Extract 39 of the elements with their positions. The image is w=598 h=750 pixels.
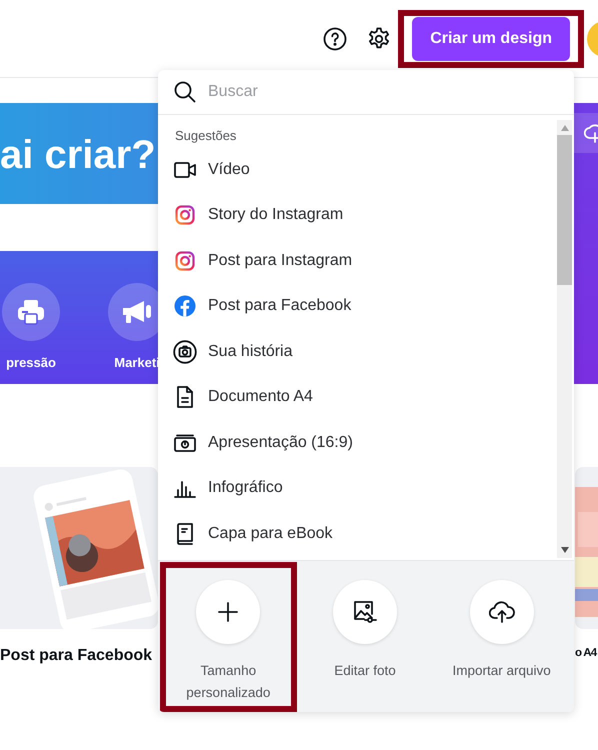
scroll-down-icon[interactable] bbox=[560, 547, 568, 553]
section-heading: Sugestões bbox=[175, 126, 236, 145]
video-camera-icon bbox=[174, 162, 196, 178]
megaphone-icon bbox=[121, 299, 153, 325]
scrollbar[interactable] bbox=[557, 120, 572, 558]
template-title[interactable]: o A4 bbox=[573, 645, 598, 662]
menu-item[interactable]: Capa para eBook bbox=[158, 511, 554, 556]
presentation-icon bbox=[174, 434, 196, 452]
menu-item[interactable]: Post para Instagram bbox=[158, 238, 554, 284]
search-icon bbox=[174, 81, 196, 103]
instagram-icon bbox=[175, 205, 195, 226]
instagram-icon bbox=[175, 250, 195, 271]
menu-item[interactable]: Apresentação (16:9) bbox=[158, 420, 554, 466]
category-label[interactable]: Marketi bbox=[114, 353, 160, 372]
facebook-icon bbox=[174, 295, 196, 318]
action-button[interactable]: Tamanho personalizado bbox=[160, 562, 297, 712]
create-design-button[interactable]: Criar um design bbox=[412, 16, 570, 60]
menu-item[interactable]: Documento A4 bbox=[158, 374, 554, 420]
camera-circle-icon bbox=[173, 340, 197, 364]
document-icon bbox=[177, 386, 193, 408]
cloud-upload-icon bbox=[488, 601, 515, 623]
menu-item[interactable]: Story do Instagram bbox=[158, 192, 554, 238]
settings-icon[interactable] bbox=[367, 26, 392, 50]
book-icon bbox=[177, 522, 193, 545]
category-label[interactable]: pressão bbox=[6, 353, 56, 372]
help-icon[interactable] bbox=[323, 26, 348, 50]
menu-item[interactable]: Post para Facebook bbox=[158, 284, 554, 329]
bar-chart-icon bbox=[174, 478, 196, 498]
menu-item[interactable]: Vídeo bbox=[158, 147, 554, 192]
image-edit-icon bbox=[352, 600, 377, 624]
action-button[interactable]: Importar arquivo bbox=[433, 562, 570, 712]
menu-item[interactable]: Sua história bbox=[158, 329, 554, 374]
printer-icon bbox=[17, 299, 45, 325]
action-button[interactable]: Editar foto bbox=[296, 562, 434, 712]
menu-item[interactable]: Infográfico bbox=[158, 466, 554, 511]
hero-title: ai criar? bbox=[0, 132, 156, 178]
search-field[interactable]: Buscar bbox=[208, 80, 558, 104]
cloud-upload-icon[interactable] bbox=[584, 123, 598, 143]
plus-icon bbox=[218, 602, 238, 622]
